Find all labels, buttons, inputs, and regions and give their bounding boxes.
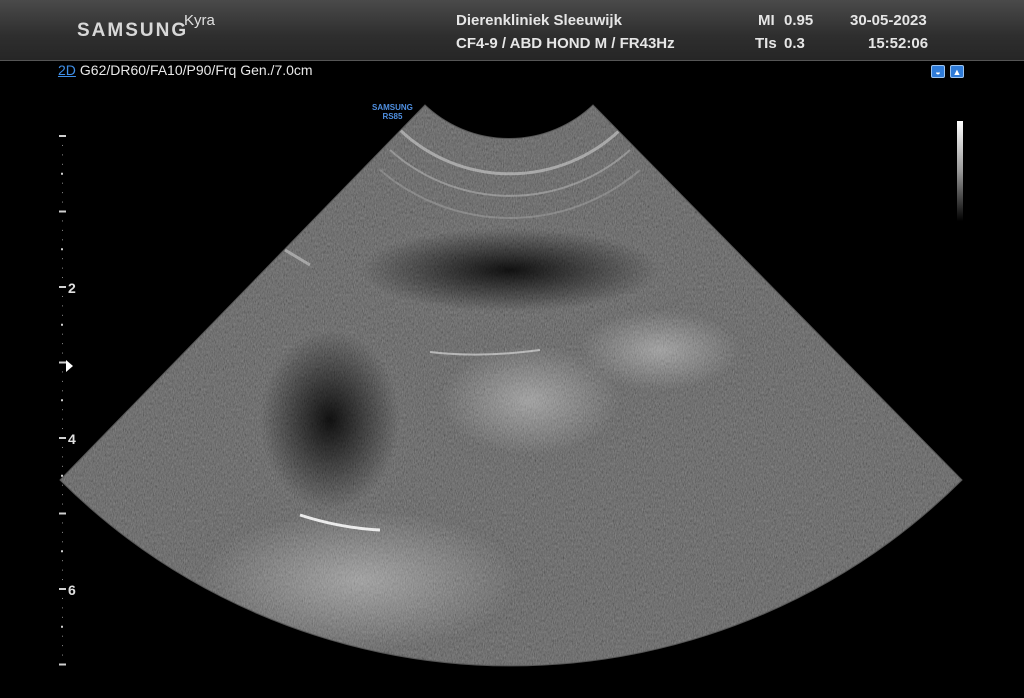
depth-dot (62, 314, 63, 316)
depth-label-4: 4 (68, 431, 76, 447)
depth-dot (62, 144, 63, 146)
depth-dot (62, 295, 63, 297)
depth-dot (62, 616, 63, 618)
depth-major-tick (59, 437, 66, 439)
depth-major-tick (59, 286, 66, 288)
depth-dot (62, 333, 63, 335)
depth-dot (62, 503, 63, 505)
depth-minor-tick (61, 172, 63, 175)
device-watermark: SAMSUNG RS85 (372, 103, 413, 121)
depth-dot (62, 371, 63, 373)
depth-dot (62, 494, 63, 496)
depth-dot (62, 277, 63, 279)
depth-dot (62, 154, 63, 156)
depth-ticks (59, 135, 66, 666)
depth-minor-tick (61, 550, 63, 553)
ultrasound-screen: SAMSUNG Kyra Dierenkliniek Sleeuwijk CF4… (0, 0, 1024, 698)
depth-major-tick (59, 588, 66, 590)
depth-dot (62, 229, 63, 231)
depth-label-2: 2 (68, 280, 76, 296)
depth-dot (62, 635, 63, 637)
sector-fan (60, 105, 962, 666)
depth-minor-tick (61, 399, 63, 402)
depth-dot (62, 484, 63, 486)
depth-dot (62, 522, 63, 524)
depth-minor-tick (61, 625, 63, 628)
depth-dot (62, 428, 63, 430)
depth-major-tick (59, 512, 66, 515)
depth-dot (62, 418, 63, 420)
depth-minor-tick (61, 248, 63, 251)
depth-dot (62, 352, 63, 354)
depth-dot (62, 258, 63, 260)
depth-dot (62, 645, 63, 647)
watermark-model: RS85 (382, 112, 403, 121)
depth-dot (62, 182, 63, 184)
depth-dot (62, 343, 63, 345)
depth-dot (62, 163, 63, 165)
depth-dot (62, 560, 63, 562)
depth-dot (62, 201, 63, 203)
depth-dot (62, 569, 63, 571)
depth-dot (62, 654, 63, 656)
depth-dot (62, 267, 63, 269)
depth-dot (62, 446, 63, 448)
depth-major-tick (59, 135, 66, 137)
depth-minor-tick (61, 323, 63, 326)
depth-label-6: 6 (68, 582, 76, 598)
depth-dot (62, 607, 63, 609)
depth-dot (62, 579, 63, 581)
depth-dot (62, 305, 63, 307)
depth-dot (62, 531, 63, 533)
depth-dot (62, 409, 63, 411)
depth-dot (62, 192, 63, 194)
depth-dot (62, 220, 63, 222)
depth-dot (62, 465, 63, 467)
depth-dot (62, 390, 63, 392)
depth-major-tick (59, 210, 66, 213)
watermark-brand: SAMSUNG (372, 103, 413, 112)
depth-dot (62, 456, 63, 458)
depth-minor-tick (61, 474, 63, 477)
depth-major-tick (59, 663, 66, 666)
ultrasound-image[interactable] (0, 0, 1024, 698)
depth-major-tick (59, 361, 66, 364)
depth-dot (62, 380, 63, 382)
depth-dot (62, 597, 63, 599)
depth-scale (59, 135, 73, 666)
depth-dot (62, 239, 63, 241)
depth-dot (62, 541, 63, 543)
focus-marker-icon[interactable] (66, 360, 73, 372)
